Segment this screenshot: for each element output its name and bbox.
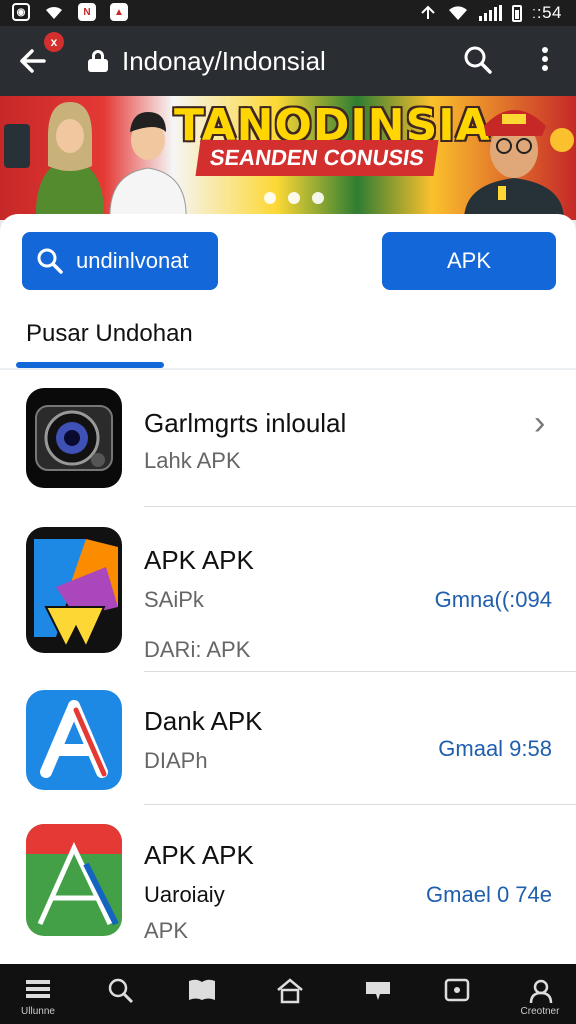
search-icon [108, 978, 134, 1004]
nav-home[interactable] [256, 964, 320, 1024]
search-button-label: undinlvonat [76, 248, 189, 273]
list-item[interactable]: Dank APK DIAPh Gmaal 9:58 [0, 674, 576, 805]
profile-icon [529, 979, 553, 1004]
app-type: APK [144, 918, 189, 943]
row-divider [144, 671, 576, 672]
main-content: undinlvonat APK Pusar Undohan Garlmgrts … [0, 214, 576, 964]
cell-signal-icon [478, 5, 502, 21]
wifi-signal-icon [448, 6, 467, 20]
app-subtitle: DIAPh [144, 748, 208, 773]
alert-icon: ▲ [110, 3, 128, 21]
tabs-icon [444, 978, 470, 1002]
carousel-indicator [264, 192, 324, 204]
search-button[interactable] [462, 44, 494, 76]
battery-icon [511, 4, 522, 22]
list-item[interactable]: APK APK SAiPk DARi: APK Gmna((:094 [0, 509, 576, 673]
promo-banner[interactable]: TANODINSIA SEANDEN CONUSIS [0, 96, 576, 220]
lock-icon [88, 50, 108, 72]
nav-tabs[interactable] [424, 964, 488, 1024]
status-time: ː:54 [531, 3, 562, 22]
bottom-navigation: Ullunne Creotner [0, 964, 576, 1024]
book-icon [189, 979, 215, 1000]
nav-library[interactable] [168, 964, 232, 1024]
app-icon: N [78, 3, 96, 21]
app-subtitle: SAiPk [144, 587, 204, 612]
search-icon [37, 248, 63, 274]
list-item[interactable]: APK APK Uaroiaiy APK Gmael 0 74e [0, 806, 576, 956]
banner-subtitle: SEANDEN CONUSIS [195, 140, 439, 176]
search-icon [464, 46, 492, 74]
list-item[interactable]: Garlmgrts inloulal Lahk APK › [0, 370, 576, 508]
app-meta: Gmaal 9:58 [438, 736, 552, 761]
more-options-button[interactable] [530, 44, 560, 78]
download-search-button[interactable]: undinlvonat [22, 232, 218, 290]
apk-button[interactable]: APK [382, 232, 556, 290]
app-name: APK APK [144, 545, 254, 575]
colorful-a-app-icon [26, 527, 122, 653]
wifi-icon [46, 6, 62, 20]
app-source: DARi: APK [144, 637, 251, 662]
address-bar[interactable]: Indonay/Indonsial [122, 46, 326, 77]
row-divider [144, 804, 576, 805]
app-subtitle: Uaroiaiy [144, 882, 225, 907]
sync-icon [420, 5, 435, 19]
nav-label: Creotner [520, 1006, 560, 1017]
browser-toolbar: x Indonay/Indonsial [0, 26, 576, 96]
section-title[interactable]: Pusar Undohan [26, 320, 193, 348]
nav-menu[interactable]: Ullunne [6, 964, 70, 1024]
status-bar: ◉ N ▲ ː:54 [0, 0, 576, 26]
nav-search[interactable] [88, 964, 152, 1024]
app-meta: Gmna((:094 [434, 587, 552, 612]
green-a-app-icon [26, 824, 122, 936]
officer-illustration [464, 110, 574, 220]
home-icon [277, 978, 303, 1004]
chevron-right-icon[interactable]: › [534, 404, 545, 443]
woman-with-phone-illustration [4, 102, 105, 220]
tag-icon [366, 982, 390, 1000]
notification-icon: ◉ [12, 3, 30, 21]
app-name: Dank APK [144, 706, 263, 736]
close-badge[interactable]: x [44, 32, 64, 52]
nav-profile[interactable]: Creotner [508, 964, 572, 1024]
app-name: APK APK [144, 840, 254, 870]
row-divider [144, 506, 576, 507]
back-arrow-icon [20, 49, 46, 73]
app-subtitle: Lahk APK [144, 448, 241, 473]
menu-icon [26, 980, 50, 998]
a-letter-app-icon [26, 690, 122, 790]
app-name: Garlmgrts inloulal [144, 408, 347, 438]
nav-tags[interactable] [344, 964, 408, 1024]
app-meta: Gmael 0 74e [426, 882, 552, 907]
nav-label: Ullunne [21, 1006, 55, 1017]
camera-app-icon [26, 388, 122, 488]
